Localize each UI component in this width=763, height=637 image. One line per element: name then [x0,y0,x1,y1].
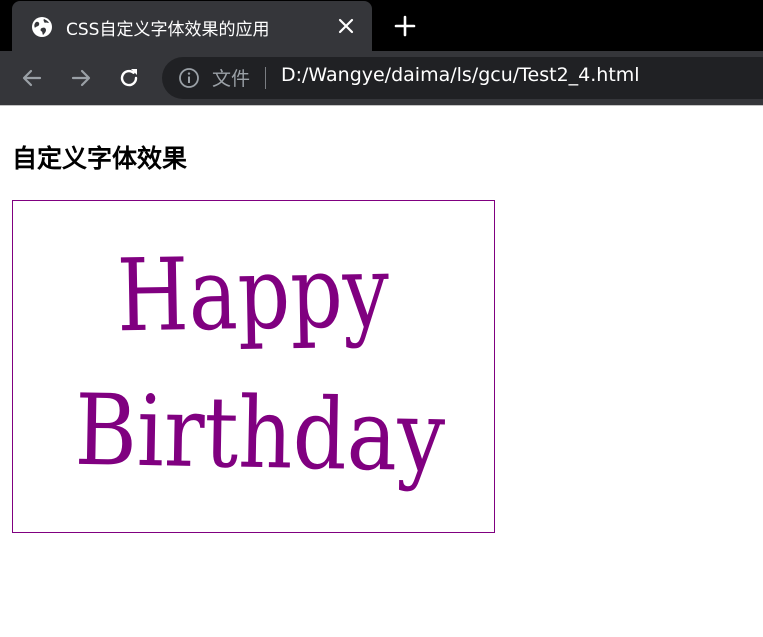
browser-tab[interactable]: CSS自定义字体效果的应用 [12,1,372,51]
browser-toolbar: 文件 D:/Wangye/daima/ls/gcu/Test2_4.html [0,51,763,105]
new-tab-icon[interactable] [393,14,417,38]
page-heading: 自定义字体效果 [12,144,188,173]
origin-label: 文件 [212,68,251,90]
tab-strip: CSS自定义字体效果的应用 [0,0,763,51]
globe-icon [32,17,52,37]
font-demo-box: Happy Birthday [12,200,495,533]
address-bar[interactable]: 文件 D:/Wangye/daima/ls/gcu/Test2_4.html [162,57,763,99]
close-icon[interactable] [335,15,357,37]
info-icon[interactable] [178,67,200,89]
omnibox-divider [265,67,266,89]
font-demo-canvas: Happy Birthday [74,233,446,495]
url-text[interactable]: D:/Wangye/daima/ls/gcu/Test2_4.html [281,64,640,86]
forward-arrow-icon[interactable] [69,66,93,90]
reload-icon[interactable] [117,66,141,90]
toolbar-border [0,105,763,106]
back-arrow-icon[interactable] [20,66,44,90]
happy-text: Happy [116,233,390,355]
tab-title: CSS自定义字体效果的应用 [66,20,270,40]
birthday-text: Birthday [74,374,446,494]
